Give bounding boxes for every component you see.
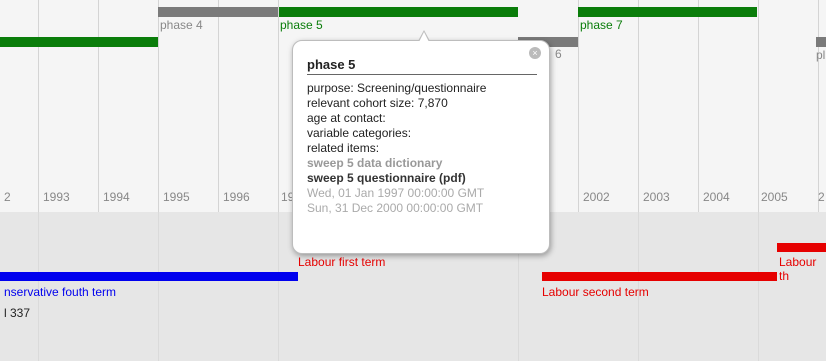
grid-line	[98, 0, 99, 212]
year-label: 2003	[643, 190, 670, 204]
grid-line	[218, 0, 219, 212]
grid-line	[38, 0, 39, 212]
grid-line	[698, 0, 699, 212]
popup-related-items: related items:	[307, 141, 380, 155]
data-dictionary-link[interactable]: sweep 5 data dictionary	[307, 156, 486, 171]
phase-bar-previous[interactable]	[0, 37, 158, 47]
phase-label-5[interactable]: phase 5	[280, 18, 323, 32]
year-label: 2004	[703, 190, 730, 204]
year-label: 1996	[223, 190, 250, 204]
popup-body: purpose: Screening/questionnaire relevan…	[307, 81, 486, 216]
grid-line	[158, 212, 159, 361]
event-label-labour-first[interactable]: Labour first term	[298, 255, 385, 269]
grid-line	[278, 0, 279, 212]
year-label: 2002	[583, 190, 610, 204]
phase-bar-8[interactable]	[816, 37, 826, 47]
popup-pointer-fill	[419, 32, 429, 42]
event-label-labour-third[interactable]: Labour th	[779, 255, 826, 283]
phase-label-8[interactable]: pl	[816, 48, 825, 62]
year-label: 1994	[103, 190, 130, 204]
phase-label-4[interactable]: phase 4	[160, 18, 203, 32]
event-label-conservative[interactable]: nservative fouth term	[4, 285, 116, 299]
phase-label-7[interactable]: phase 7	[580, 18, 623, 32]
grid-line	[758, 0, 759, 212]
grid-line	[278, 212, 279, 361]
phase-label-6[interactable]: 6	[555, 47, 562, 61]
year-label: 1995	[163, 190, 190, 204]
popup-variable-categories: variable categories:	[307, 126, 412, 140]
side-count-text: l 337	[4, 306, 31, 320]
phase-bar-7[interactable]	[578, 7, 757, 17]
popup-age-at-contact: age at contact:	[307, 111, 386, 125]
popup-end-date: Sun, 31 Dec 2000 00:00:00 GMT	[307, 201, 484, 215]
year-label: 2	[4, 190, 11, 204]
questionnaire-link[interactable]: sweep 5 questionnaire (pdf)	[307, 171, 486, 186]
popup-purpose: purpose: Screening/questionnaire	[307, 81, 487, 95]
grid-line	[818, 0, 819, 212]
grid-line	[638, 0, 639, 212]
grid-line	[758, 212, 759, 361]
event-bar-conservative[interactable]	[0, 272, 298, 281]
event-bar-labour-second[interactable]	[542, 272, 777, 281]
year-label: 2005	[761, 190, 788, 204]
popup-start-date: Wed, 01 Jan 1997 00:00:00 GMT	[307, 186, 485, 200]
phase-info-popup: × phase 5 purpose: Screening/questionnai…	[292, 30, 550, 254]
event-bar-labour-third[interactable]	[777, 243, 826, 252]
phase-bar-5[interactable]	[279, 7, 518, 17]
popup-title: phase 5	[307, 57, 537, 75]
grid-line	[158, 0, 159, 212]
phase-bar-4[interactable]	[158, 7, 278, 17]
event-label-labour-second[interactable]: Labour second term	[542, 285, 649, 299]
popup-cohort-size: relevant cohort size: 7,870	[307, 96, 448, 110]
grid-line	[578, 0, 579, 212]
year-label: 2	[818, 190, 825, 204]
year-label: 1993	[43, 190, 70, 204]
